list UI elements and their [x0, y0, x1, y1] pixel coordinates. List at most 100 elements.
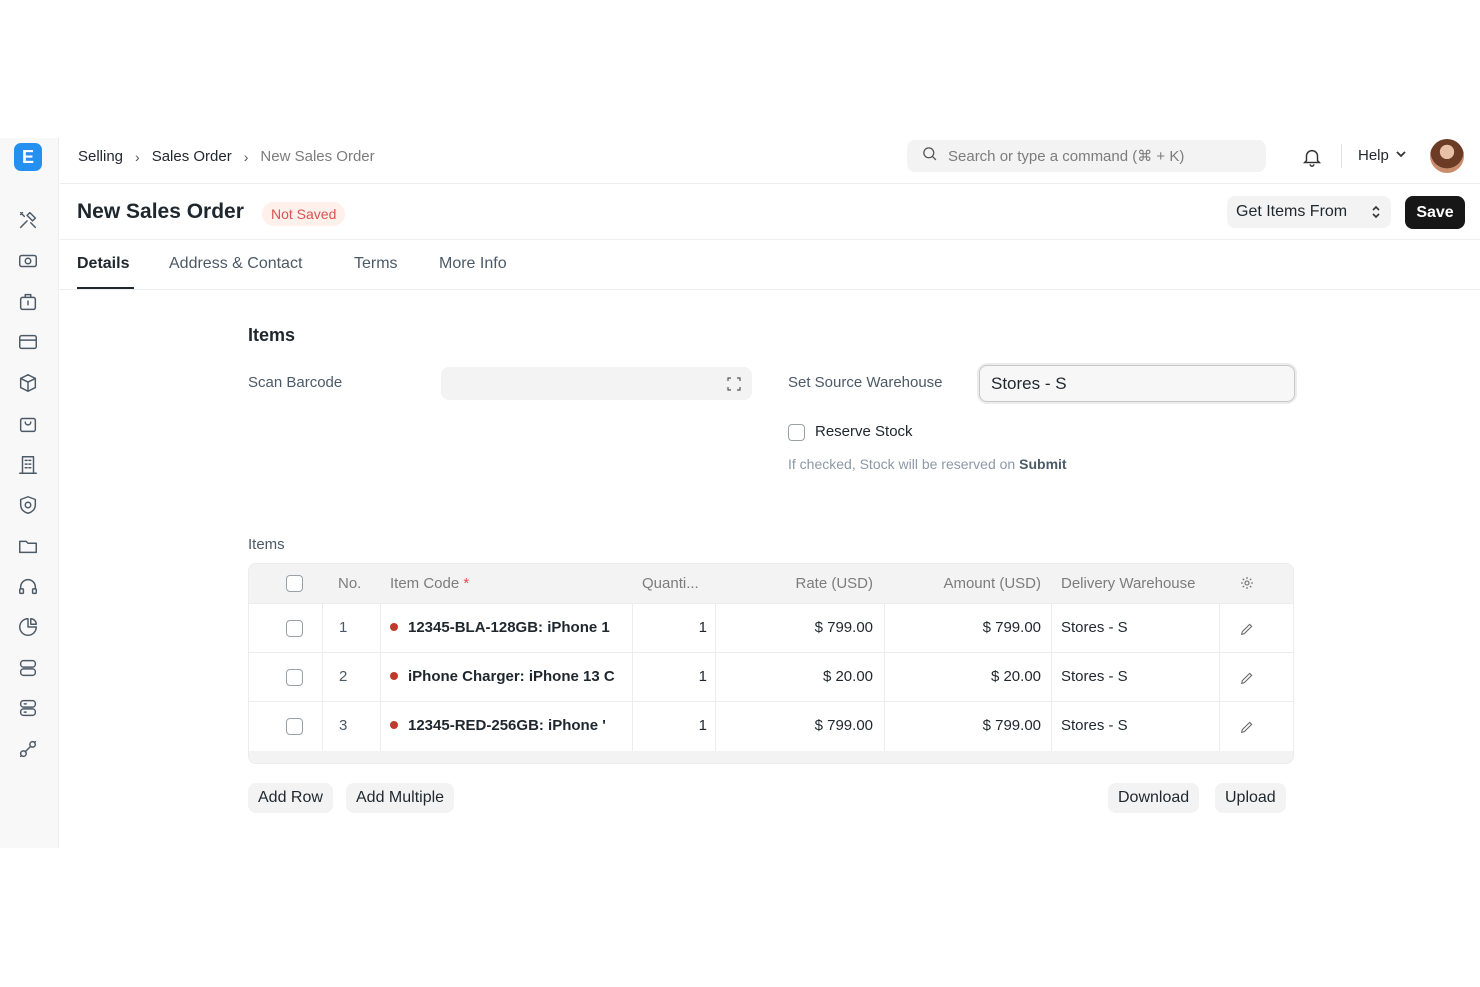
row-checkbox[interactable]: [286, 620, 303, 637]
scan-barcode-label: Scan Barcode: [248, 374, 343, 391]
required-mark: *: [463, 575, 470, 592]
row-checkbox[interactable]: [286, 718, 303, 735]
column-header-rate: Rate (USD): [795, 575, 873, 592]
integrations-icon[interactable]: [17, 738, 39, 760]
status-dot: [390, 672, 398, 681]
reserve-stock-hint: If checked, Stock will be reserved on Su…: [788, 456, 1067, 472]
item-code-cell[interactable]: 12345-RED-256GB: iPhone ': [390, 717, 628, 734]
source-warehouse-label: Set Source Warehouse: [788, 374, 943, 391]
row-number: 3: [339, 717, 348, 734]
get-items-from-label: Get Items From: [1236, 203, 1348, 220]
app-window: E Selling › Sales Order › New Sales Orde…: [0, 138, 1480, 848]
row-number: 2: [339, 668, 348, 685]
sort-arrows-icon: [1372, 206, 1380, 218]
notification-bell-icon[interactable]: [1301, 146, 1323, 168]
row-number: 1: [339, 619, 348, 636]
breadcrumb-selling[interactable]: Selling: [78, 148, 123, 165]
tab-more-info[interactable]: More Info: [439, 255, 507, 273]
page-title: New Sales Order: [77, 200, 244, 223]
search-bar[interactable]: [907, 140, 1266, 172]
stock-box-icon[interactable]: [17, 372, 39, 394]
chevron-down-icon: [1389, 147, 1407, 164]
item-code-cell[interactable]: 12345-BLA-128GB: iPhone 1: [390, 619, 628, 636]
amount-cell: $ 799.00: [982, 619, 1041, 636]
scan-icon[interactable]: [725, 375, 743, 393]
rate-cell[interactable]: $ 799.00: [719, 717, 873, 734]
accounting-icon[interactable]: [17, 250, 39, 272]
status-dot: [390, 623, 398, 632]
tab-details[interactable]: Details: [77, 255, 129, 273]
status-badge: Not Saved: [262, 202, 346, 226]
edit-row-pencil-icon[interactable]: [1239, 719, 1255, 739]
help-dropdown[interactable]: Help: [1358, 147, 1407, 164]
card-icon[interactable]: [17, 331, 39, 353]
table-row[interactable]: 3 12345-RED-256GB: iPhone ' 1 $ 799.00 $…: [249, 701, 1293, 751]
items-table-footer: [249, 751, 1293, 763]
search-input[interactable]: [948, 147, 1248, 165]
search-icon: [921, 145, 938, 167]
edit-row-pencil-icon[interactable]: [1239, 621, 1255, 641]
reserve-hint-text: If checked, Stock will be reserved on: [788, 456, 1016, 472]
tab-terms[interactable]: Terms: [354, 255, 398, 273]
items-table-header: No. Item Code * Quanti... Rate (USD) Amo…: [249, 564, 1293, 603]
rate-cell[interactable]: $ 20.00: [719, 668, 873, 685]
column-header-no: No.: [338, 575, 362, 592]
add-multiple-button[interactable]: Add Multiple: [346, 783, 455, 813]
tools-icon[interactable]: [17, 209, 39, 231]
delivery-warehouse-cell[interactable]: Stores - S: [1061, 717, 1128, 734]
reserve-stock-checkbox[interactable]: [788, 424, 805, 441]
column-header-amount: Amount (USD): [943, 575, 1041, 592]
table-row[interactable]: 1 12345-BLA-128GB: iPhone 1 1 $ 799.00 $…: [249, 603, 1293, 653]
item-code-text: 12345-BLA-128GB: iPhone 1: [408, 619, 610, 636]
row-checkbox[interactable]: [286, 669, 303, 686]
sidebar-rail: E: [0, 138, 59, 848]
save-button[interactable]: Save: [1405, 196, 1465, 229]
items-table: No. Item Code * Quanti... Rate (USD) Amo…: [248, 563, 1294, 764]
source-warehouse-input[interactable]: [979, 365, 1295, 402]
column-header-item-code: Item Code *: [390, 575, 469, 592]
items-table-label: Items: [248, 536, 285, 553]
breadcrumb-sales-order[interactable]: Sales Order: [152, 148, 232, 165]
quantity-cell[interactable]: 1: [649, 717, 707, 734]
table-row[interactable]: 2 iPhone Charger: iPhone 13 C 1 $ 20.00 …: [249, 652, 1293, 702]
column-header-quantity: Quanti...: [642, 575, 699, 592]
delivery-warehouse-cell[interactable]: Stores - S: [1061, 668, 1128, 685]
top-navbar: Selling › Sales Order › New Sales Order …: [60, 138, 1480, 184]
status-dot: [390, 721, 398, 730]
app-logo[interactable]: E: [14, 143, 42, 171]
amount-cell: $ 20.00: [990, 668, 1041, 685]
breadcrumb: Selling › Sales Order › New Sales Order: [78, 148, 375, 165]
quantity-cell[interactable]: 1: [649, 619, 707, 636]
tab-address-contact[interactable]: Address & Contact: [169, 255, 302, 273]
navbar-divider: [1341, 144, 1342, 168]
delivery-warehouse-cell[interactable]: Stores - S: [1061, 619, 1128, 636]
user-avatar[interactable]: [1430, 139, 1464, 173]
add-row-button[interactable]: Add Row: [248, 783, 333, 813]
download-button[interactable]: Download: [1108, 783, 1200, 813]
active-tab-indicator: [77, 287, 134, 289]
building-icon[interactable]: [17, 454, 39, 476]
item-code-cell[interactable]: iPhone Charger: iPhone 13 C: [390, 668, 628, 685]
buying-icon[interactable]: [17, 291, 39, 313]
quality-shield-icon[interactable]: [17, 494, 39, 516]
server-icon[interactable]: [17, 657, 39, 679]
breadcrumb-new-sales-order[interactable]: New Sales Order: [260, 148, 374, 165]
folder-icon[interactable]: [17, 535, 39, 557]
scan-barcode-input[interactable]: [441, 367, 752, 400]
rate-cell[interactable]: $ 799.00: [719, 619, 873, 636]
column-settings-gear-icon[interactable]: [1239, 575, 1255, 595]
reserve-stock-label: Reserve Stock: [815, 423, 913, 440]
item-code-header-text: Item Code: [390, 575, 460, 592]
edit-row-pencil-icon[interactable]: [1239, 670, 1255, 690]
selling-bag-icon[interactable]: [17, 413, 39, 435]
support-headset-icon[interactable]: [17, 576, 39, 598]
upload-button[interactable]: Upload: [1215, 783, 1286, 813]
quantity-cell[interactable]: 1: [649, 668, 707, 685]
database-icon[interactable]: [17, 697, 39, 719]
select-all-checkbox[interactable]: [286, 575, 303, 592]
chevron-right-icon: ›: [135, 148, 140, 165]
help-label: Help: [1358, 147, 1389, 164]
get-items-from-button[interactable]: Get Items From: [1227, 196, 1391, 228]
pie-chart-icon[interactable]: [17, 616, 39, 638]
page-header: New Sales Order Not Saved Get Items From…: [60, 184, 1480, 240]
